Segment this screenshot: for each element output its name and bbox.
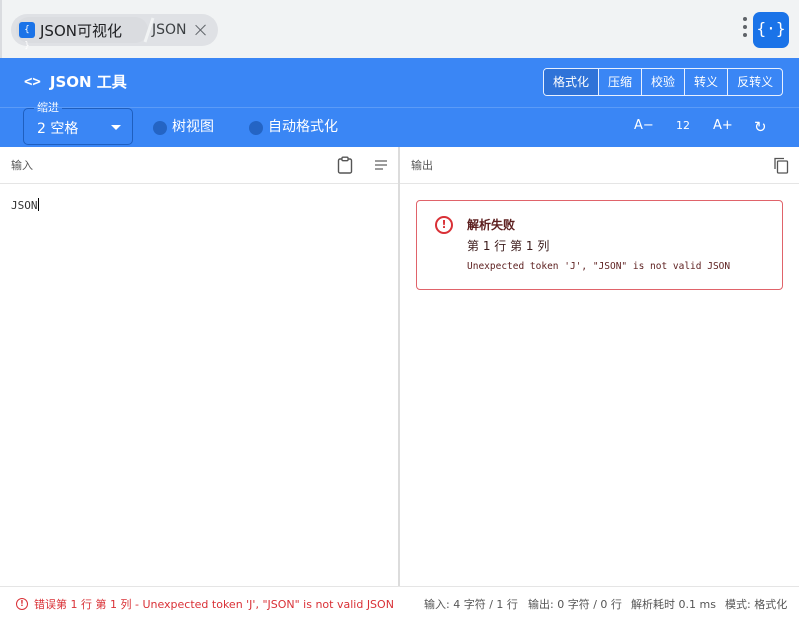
tab-json-visualizer[interactable]: { } JSON可视化 (16, 17, 148, 51)
braces-icon: { } (19, 22, 35, 51)
indent-select[interactable]: 缩进 2 空格 (23, 101, 133, 145)
indent-label: 缩进 (34, 101, 62, 115)
input-content: JSON (11, 199, 38, 212)
chevron-down-icon (111, 125, 121, 130)
text-cursor (37, 198, 39, 211)
header-divider (0, 107, 799, 108)
more-menu-icon[interactable] (741, 17, 749, 41)
app-title: <> JSON 工具 (24, 71, 127, 92)
mode-format-button[interactable]: 格式化 (544, 69, 599, 95)
auto-format-toggle[interactable]: 自动格式化 (249, 116, 338, 136)
input-label: 输入 (11, 159, 33, 172)
tab-title: JSON (152, 22, 187, 38)
options-toolbar: 缩进 2 空格 树视图 自动格式化 A− 12 A+ ↻ (0, 101, 799, 147)
tree-view-toggle[interactable]: 树视图 (153, 116, 214, 136)
input-stats: 输入: 4 字符 / 1 行 (424, 598, 518, 611)
radio-icon (249, 121, 263, 135)
error-position: 第 1 行 第 1 列 (467, 239, 550, 253)
clipboard-icon[interactable] (336, 156, 354, 174)
status-error-text: 错误第 1 行 第 1 列 - Unexpected token 'J', "J… (34, 598, 394, 611)
mode-escape-button[interactable]: 转义 (684, 69, 727, 95)
tab-json[interactable]: JSON (152, 14, 207, 46)
font-size-value: 12 (676, 119, 690, 132)
tab-title: JSON可视化 (40, 21, 122, 40)
error-message: Unexpected token 'J', "JSON" is not vali… (467, 261, 731, 272)
parse-error-card: ! 解析失败 第 1 行 第 1 列 Unexpected token 'J',… (416, 200, 783, 290)
json-input-editor[interactable]: JSON (11, 198, 39, 212)
status-bar: ! 错误第 1 行 第 1 列 - Unexpected token 'J', … (0, 586, 799, 619)
browser-tab-bar: { } JSON可视化 JSON {·} (0, 0, 799, 58)
output-stats: 输出: 0 字符 / 0 行 (528, 598, 622, 611)
mode-compress-button[interactable]: 压缩 (598, 69, 641, 95)
copy-icon[interactable] (772, 156, 790, 174)
error-icon: ! (16, 598, 28, 610)
parse-time: 解析耗时 0.1 ms (631, 598, 716, 611)
mode-indicator: 模式: 格式化 (725, 598, 788, 611)
font-decrease-button[interactable]: A− (634, 118, 654, 133)
app-title-text: JSON 工具 (49, 73, 127, 91)
format-lines-icon[interactable] (372, 156, 390, 174)
output-label: 输出 (411, 159, 433, 172)
tree-view-label: 树视图 (172, 119, 214, 135)
tab-group: { } JSON可视化 JSON (11, 14, 218, 51)
mode-unescape-button[interactable]: 反转义 (727, 69, 782, 95)
mode-validate-button[interactable]: 校验 (641, 69, 684, 95)
code-icon: <> (24, 73, 41, 90)
error-title: 解析失败 (467, 218, 516, 232)
error-icon: ! (435, 216, 453, 234)
mode-switcher: 格式化 压缩 校验 转义 反转义 (543, 68, 784, 96)
input-pane-header: 输入 (0, 147, 398, 184)
close-icon[interactable] (195, 24, 207, 36)
status-error: ! 错误第 1 行 第 1 列 - Unexpected token 'J', … (16, 596, 394, 612)
extension-icon[interactable]: {·} (753, 12, 789, 48)
indent-value: 2 空格 (37, 121, 79, 137)
auto-format-label: 自动格式化 (268, 119, 338, 135)
pane-splitter[interactable] (398, 147, 400, 586)
output-pane-header: 输出 (400, 147, 799, 184)
font-increase-button[interactable]: A+ (713, 118, 733, 133)
refresh-icon[interactable]: ↻ (754, 118, 767, 136)
window-edge (0, 0, 2, 58)
app-header: <> JSON 工具 格式化 压缩 校验 转义 反转义 (0, 58, 799, 107)
radio-icon (153, 121, 167, 135)
